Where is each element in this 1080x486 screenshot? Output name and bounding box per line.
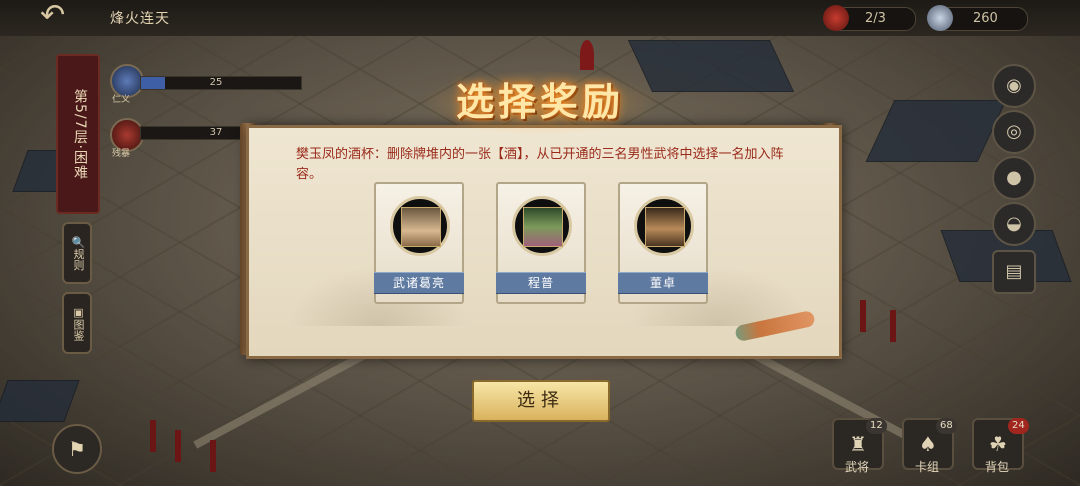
generals-badge: 12 [866, 418, 887, 434]
cruelty-bar: 37 [140, 126, 242, 140]
portrait-frame [634, 196, 694, 256]
benevolence-bar: 25 [140, 76, 302, 90]
deck-badge: 68 [936, 418, 957, 434]
flag-icon: ⚑ [68, 437, 86, 461]
book-icon: ▣ [72, 305, 85, 319]
reward-description: 樊玉凤的酒杯：删除牌堆内的一张【酒】，从已开通的三名男性武将中选择一名加入阵容。 [296, 147, 784, 182]
portrait-frame [390, 196, 450, 256]
wine-jar-icon[interactable]: ◉ [992, 64, 1036, 108]
cards-icon: ♠ [919, 432, 937, 456]
bag-label: 背包 [984, 460, 1009, 474]
atlas-button[interactable]: ▣图鉴 [62, 292, 92, 354]
scroll-book-icon[interactable]: ▤ [992, 250, 1036, 294]
helmet-icon: ♜ [849, 432, 867, 456]
dialog-title: 选择奖励 [455, 80, 624, 124]
stat-label-cruelty: 残暴 [112, 149, 131, 159]
general-name: 程普 [496, 272, 586, 294]
atlas-label: 图鉴 [72, 318, 85, 341]
coin-counter: 260 [927, 5, 1028, 31]
gourd-icon[interactable]: ● [992, 156, 1036, 200]
choice-card[interactable]: 董卓 [618, 182, 708, 304]
choice-card[interactable]: 程普 [496, 182, 586, 304]
coin-count: 260 [973, 11, 998, 26]
stat-label-benevolence: 仁义 [112, 95, 131, 105]
draw-counter: 2/3 [823, 5, 916, 31]
crossed-swords-icon [927, 5, 953, 31]
general-name: 武诸葛亮 [374, 272, 464, 294]
general-portrait [645, 207, 685, 247]
portrait-frame [512, 196, 572, 256]
flag-button[interactable]: ⚑ [52, 424, 102, 474]
vase-icon[interactable]: ◒ [992, 202, 1036, 246]
select-button[interactable]: 选择 [472, 380, 610, 422]
level-title: 烽火连天 [110, 11, 170, 27]
magnifier-icon: 🔍 [72, 235, 85, 249]
bag-badge: 24 [1008, 418, 1029, 434]
floor-banner: 第5/7层·困难 [56, 54, 100, 214]
general-portrait [401, 207, 441, 247]
general-name: 董卓 [618, 272, 708, 294]
general-portrait [523, 207, 563, 247]
benevolence-value: 25 [209, 77, 223, 88]
bag-icon: ☘ [989, 432, 1007, 456]
bowl-icon[interactable]: ◎ [992, 110, 1036, 154]
generals-label: 武将 [844, 460, 869, 474]
back-arrow-icon[interactable]: ↶ [40, 1, 90, 32]
fire-icon [823, 5, 849, 31]
rules-label: 规则 [72, 248, 85, 271]
deck-label: 卡组 [914, 460, 939, 474]
rules-button[interactable]: 🔍规则 [62, 222, 92, 284]
draw-count: 2/3 [865, 11, 886, 26]
choice-card[interactable]: 武诸葛亮 [374, 182, 464, 304]
